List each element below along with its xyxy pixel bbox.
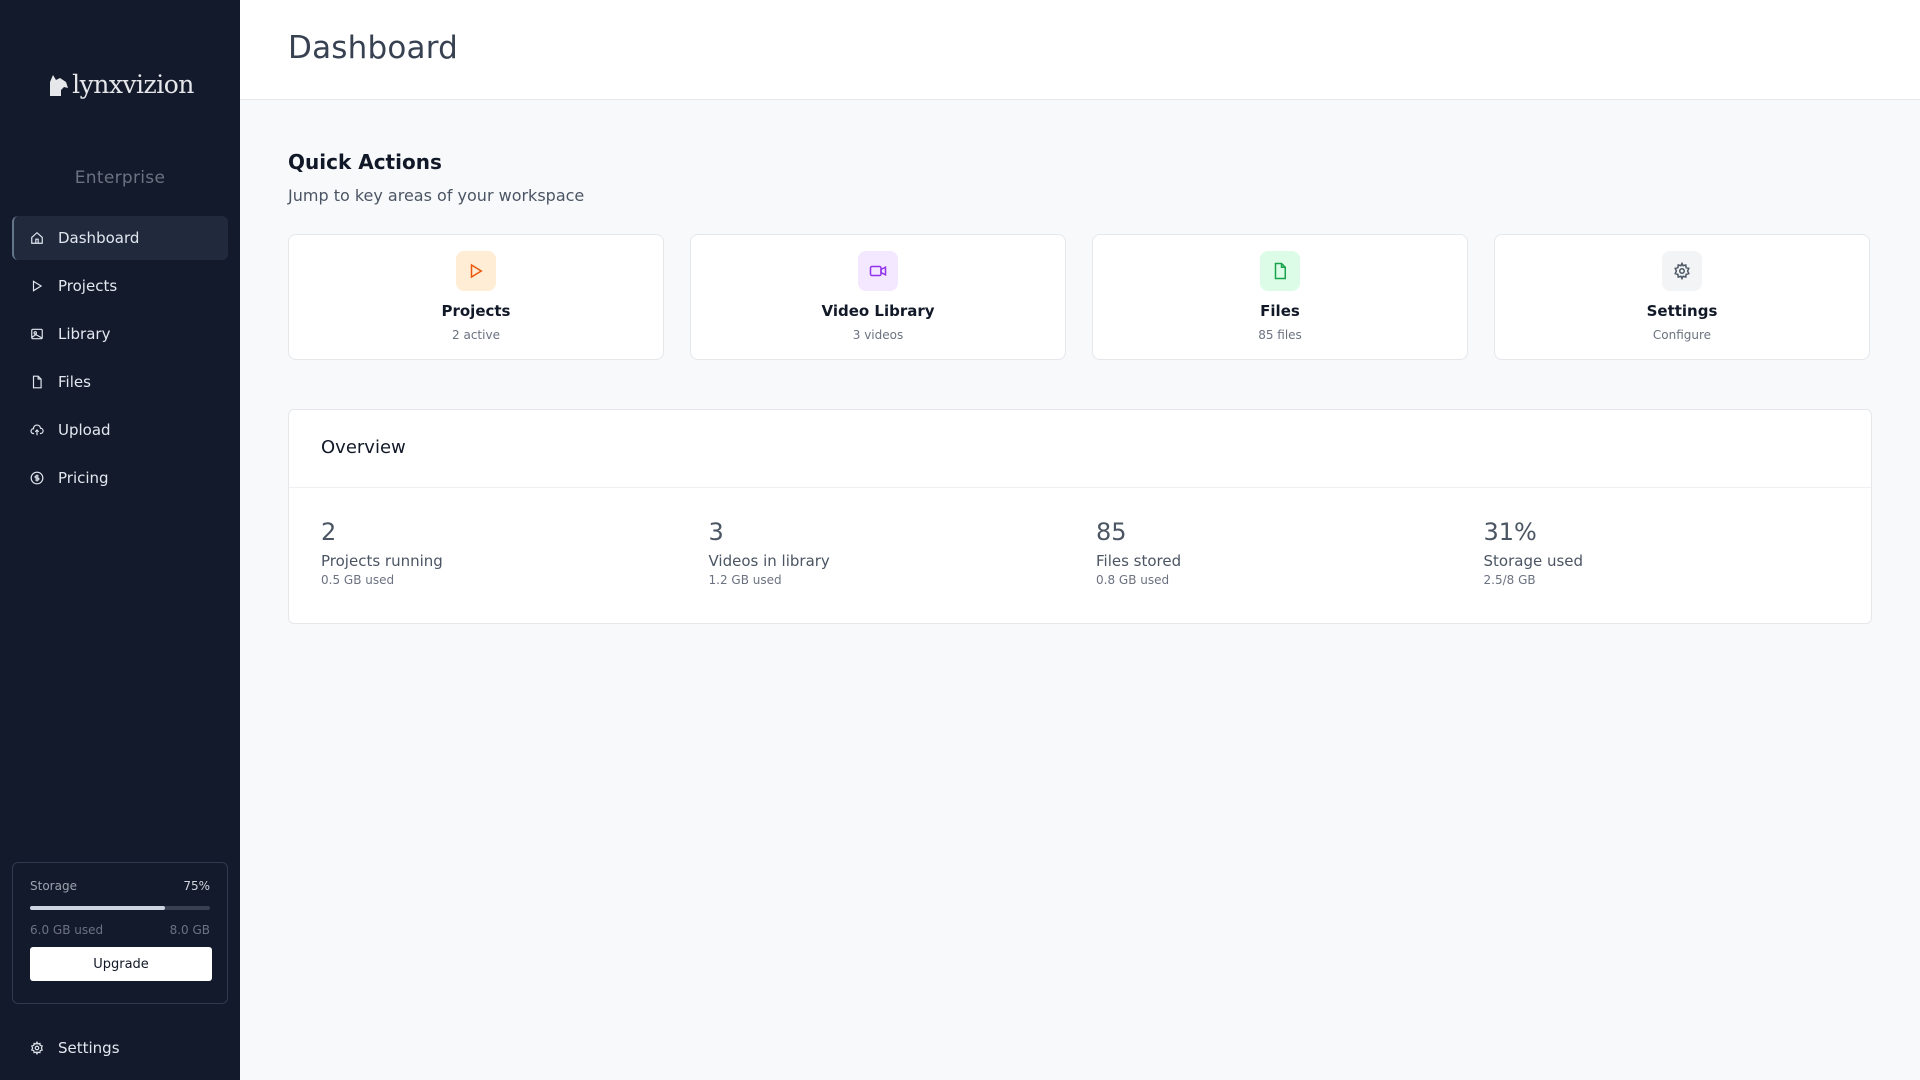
stat-label: Storage used bbox=[1483, 552, 1584, 570]
stat-value: 31% bbox=[1483, 518, 1537, 546]
sidebar: lynxvizion Enterprise Dashboard Projects… bbox=[0, 0, 240, 1080]
sidebar-item-pricing[interactable]: Pricing bbox=[12, 456, 228, 500]
card-subtitle: 85 files bbox=[1258, 328, 1302, 342]
stat-subtext: 2.5/8 GB bbox=[1483, 573, 1536, 587]
storage-percent: 75% bbox=[183, 879, 210, 893]
sidebar-nav: Dashboard Projects Library Files Upload … bbox=[12, 216, 228, 504]
quick-action-projects[interactable]: Projects 2 active bbox=[288, 234, 664, 360]
quick-action-files[interactable]: Files 85 files bbox=[1092, 234, 1468, 360]
gear-icon bbox=[30, 1041, 44, 1055]
dollar-circle-icon bbox=[30, 471, 44, 485]
stat-label: Videos in library bbox=[708, 552, 830, 570]
stat-label: Projects running bbox=[321, 552, 443, 570]
sidebar-item-label: Projects bbox=[58, 277, 118, 295]
card-subtitle: Configure bbox=[1652, 328, 1712, 342]
sidebar-item-settings[interactable]: Settings bbox=[12, 1026, 228, 1070]
card-title: Projects bbox=[441, 302, 511, 320]
sidebar-item-label: Pricing bbox=[58, 469, 109, 487]
card-icon-container bbox=[858, 251, 898, 291]
quick-action-video-library[interactable]: Video Library 3 videos bbox=[690, 234, 1066, 360]
sidebar-item-upload[interactable]: Upload bbox=[12, 408, 228, 452]
play-icon bbox=[32, 280, 43, 292]
quick-actions-title: Quick Actions bbox=[288, 150, 442, 174]
page-header: Dashboard bbox=[240, 0, 1920, 100]
lynx-logo-icon bbox=[50, 74, 69, 96]
stat-value: 2 bbox=[321, 518, 337, 546]
stat-subtext: 0.5 GB used bbox=[321, 573, 395, 587]
video-icon bbox=[869, 265, 887, 277]
storage-label: Storage bbox=[30, 879, 77, 893]
card-icon-container bbox=[1260, 251, 1300, 291]
stat-label: Files stored bbox=[1096, 552, 1182, 570]
file-icon bbox=[32, 375, 42, 389]
stat-files: 85 Files stored 0.8 GB used bbox=[1096, 488, 1484, 587]
overview-title: Overview bbox=[321, 437, 406, 458]
file-icon bbox=[1274, 262, 1286, 280]
overview-stats: 2 Projects running 0.5 GB used 3 Videos … bbox=[289, 488, 1871, 587]
storage-total: 8.0 GB bbox=[169, 923, 210, 937]
quick-actions-cards: Projects 2 active Video Library 3 videos… bbox=[288, 234, 1872, 360]
stat-videos: 3 Videos in library 1.2 GB used bbox=[709, 488, 1097, 587]
quick-action-settings[interactable]: Settings Configure bbox=[1494, 234, 1870, 360]
card-subtitle: 3 videos bbox=[852, 328, 904, 342]
storage-progress-bar bbox=[30, 906, 210, 910]
logo[interactable]: lynxvizion bbox=[0, 70, 240, 99]
sidebar-item-label: Library bbox=[58, 325, 111, 343]
sidebar-item-dashboard[interactable]: Dashboard bbox=[12, 216, 228, 260]
page-title: Dashboard bbox=[288, 30, 458, 66]
overview-header: Overview bbox=[289, 410, 1871, 488]
sidebar-item-library[interactable]: Library bbox=[12, 312, 228, 356]
stat-value: 3 bbox=[708, 518, 724, 546]
storage-used: 6.0 GB used bbox=[30, 923, 104, 937]
storage-progress-fill bbox=[30, 906, 165, 910]
stat-value: 85 bbox=[1096, 518, 1127, 546]
card-title: Settings bbox=[1646, 302, 1718, 320]
storage-card: Storage 75% 6.0 GB used 8.0 GB Upgrade bbox=[12, 862, 228, 1004]
stat-storage: 31% Storage used 2.5/8 GB bbox=[1484, 488, 1872, 587]
overview-panel: Overview 2 Projects running 0.5 GB used … bbox=[288, 409, 1872, 624]
sidebar-item-label: Settings bbox=[58, 1039, 120, 1057]
card-title: Video Library bbox=[821, 302, 935, 320]
stat-subtext: 0.8 GB used bbox=[1096, 573, 1170, 587]
sidebar-item-files[interactable]: Files bbox=[12, 360, 228, 404]
stat-subtext: 1.2 GB used bbox=[708, 573, 782, 587]
card-subtitle: 2 active bbox=[452, 328, 500, 342]
sidebar-item-label: Dashboard bbox=[58, 229, 140, 247]
sidebar-item-projects[interactable]: Projects bbox=[12, 264, 228, 308]
stat-projects: 2 Projects running 0.5 GB used bbox=[321, 488, 709, 587]
logo-text: lynxvizion bbox=[72, 70, 194, 99]
plan-tier: Enterprise bbox=[74, 168, 166, 188]
gear-icon bbox=[1674, 262, 1690, 280]
upgrade-button[interactable]: Upgrade bbox=[30, 947, 212, 981]
card-icon-container bbox=[456, 251, 496, 291]
image-icon bbox=[31, 328, 43, 340]
sidebar-item-label: Files bbox=[58, 373, 91, 391]
sidebar-item-label: Upload bbox=[58, 421, 111, 439]
card-title: Files bbox=[1260, 302, 1300, 320]
play-icon bbox=[470, 263, 483, 279]
card-icon-container bbox=[1662, 251, 1702, 291]
home-icon bbox=[31, 231, 43, 244]
cloud-upload-icon bbox=[30, 424, 44, 436]
quick-actions-subtitle: Jump to key areas of your workspace bbox=[288, 186, 585, 205]
